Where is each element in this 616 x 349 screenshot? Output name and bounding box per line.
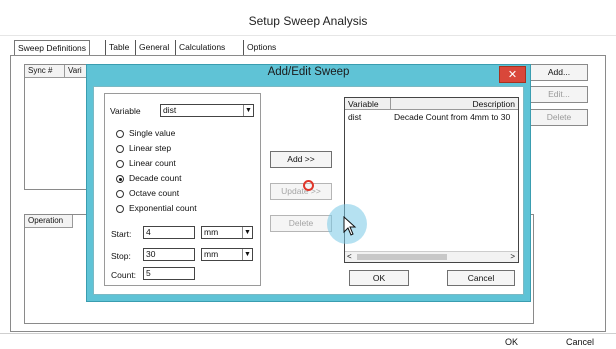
tab-calculations[interactable]: Calculations [175,40,228,56]
sweep-variable-list[interactable]: Variable Description dist Decade Count f… [344,97,519,263]
chevron-left-icon[interactable]: < [347,252,352,262]
dialog-cancel-button[interactable]: Cancel [447,270,515,286]
mouse-pointer-icon [343,216,357,236]
tab-general[interactable]: General [135,40,172,56]
start-unit-select[interactable]: mm ▼ [201,226,253,239]
chevron-down-icon[interactable]: ▼ [242,227,252,238]
stop-input[interactable]: 30 [143,248,195,261]
horizontal-scrollbar[interactable]: < > [345,251,518,262]
count-label: Count: [111,270,137,280]
ok-button[interactable]: OK [505,337,518,349]
variable-label: Variable [110,106,141,116]
edit-sweep-button[interactable]: Edit... [530,86,588,103]
radio-button[interactable] [116,130,124,138]
update-button[interactable]: Update >> [270,183,332,200]
radio-label: Single value [129,128,176,138]
chevron-right-icon[interactable]: > [510,252,515,262]
radio-label: Octave count [129,188,180,198]
chevron-down-icon[interactable]: ▼ [242,249,252,260]
radio-button[interactable] [116,190,124,198]
variable-select[interactable]: dist ▼ [160,104,254,117]
column-sync[interactable]: Sync # [25,65,65,78]
close-icon[interactable]: ✕ [499,66,526,83]
scroll-thumb[interactable] [357,254,447,260]
tab-options[interactable]: Options [243,40,279,56]
radio-label: Linear step [129,143,172,153]
add-button[interactable]: Add >> [270,151,332,168]
stop-label: Stop: [111,251,131,261]
bottom-bar [0,333,616,349]
dialog-title: Add/Edit Sweep [267,66,350,78]
click-marker-icon [303,180,314,191]
stop-unit-select[interactable]: mm ▼ [201,248,253,261]
radio-label: Exponential count [129,203,197,213]
start-label: Start: [111,229,132,239]
radio-button[interactable] [116,160,124,168]
start-input[interactable]: 4 [143,226,195,239]
radio-button[interactable] [116,205,124,213]
tab-table[interactable]: Table [105,40,132,56]
column-operation[interactable]: Operation [25,215,73,228]
radio-label: Linear count [129,158,176,168]
start-unit-value: mm [204,227,219,237]
window-title: Setup Sweep Analysis [248,14,368,28]
column-variable[interactable]: Vari [65,65,87,78]
delete-sweep-button[interactable]: Delete [530,109,588,126]
variable-value: dist [163,105,177,115]
count-input[interactable]: 5 [143,267,195,280]
chevron-down-icon[interactable]: ▼ [243,105,253,116]
row-description[interactable]: Decade Count from 4mm to 30 [394,112,518,122]
stop-unit-value: mm [204,249,219,259]
radio-label: Decade count [129,173,182,183]
delete-button[interactable]: Delete [270,215,332,232]
tab-sweep-definitions[interactable]: Sweep Definitions [14,40,91,56]
dialog-ok-button[interactable]: OK [349,270,409,286]
radio-button[interactable] [116,145,124,153]
add-sweep-button[interactable]: Add... [530,64,588,81]
cancel-button[interactable]: Cancel [566,337,594,349]
column-variable[interactable]: Variable [345,98,391,110]
radio-button[interactable] [116,175,124,183]
column-description[interactable]: Description [391,98,518,110]
row-variable[interactable]: dist [348,112,388,122]
